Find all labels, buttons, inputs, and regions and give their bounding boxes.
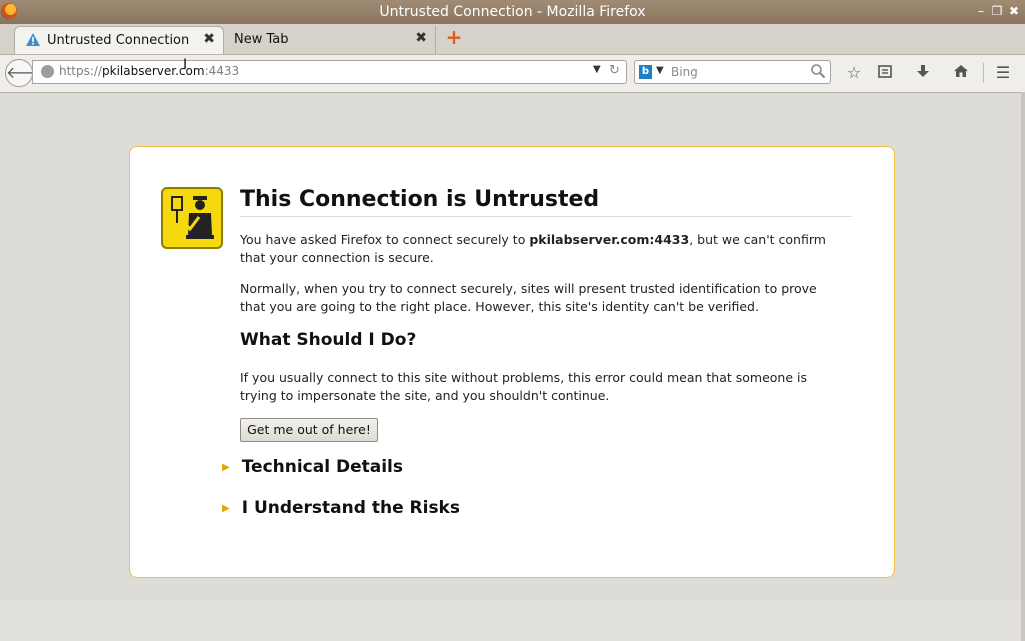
error-title: This Connection is Untrusted xyxy=(240,187,600,212)
url-host: pkilabserver.com xyxy=(102,64,205,78)
what-should-i-do-heading: What Should I Do? xyxy=(240,330,417,350)
search-bar[interactable]: b ▼ Bing xyxy=(634,60,831,84)
url-text[interactable]: https://pkilabserver.com:4433 xyxy=(59,64,239,78)
tab-close-icon[interactable]: ✖ xyxy=(415,30,427,46)
engine-dropdown-icon[interactable]: ▼ xyxy=(656,65,664,76)
star-icon[interactable]: ☆ xyxy=(844,63,864,83)
technical-details-expander[interactable]: ▶ Technical Details xyxy=(222,457,403,477)
error-explanation: Normally, when you try to connect secure… xyxy=(240,281,817,314)
security-officer-icon xyxy=(161,187,223,249)
minimize-icon[interactable]: – xyxy=(974,4,988,18)
intro-host: pkilabserver.com:4433 xyxy=(529,232,690,247)
back-button[interactable]: 🡐 xyxy=(5,59,49,87)
history-dropdown-icon[interactable]: ▼ xyxy=(593,64,601,75)
advice-text: If you usually connect to this site with… xyxy=(240,370,808,403)
title-divider xyxy=(240,216,852,217)
page-bottom xyxy=(0,600,1025,641)
understand-risks-expander[interactable]: ▶ I Understand the Risks xyxy=(222,498,460,518)
tab-strip: Untrusted Connection ✖ New Tab ✖ xyxy=(0,24,1025,55)
new-tab-icon[interactable]: + xyxy=(445,27,463,47)
reload-icon[interactable]: ↻ xyxy=(609,63,620,78)
tab-close-icon[interactable]: ✖ xyxy=(203,31,215,47)
get-me-out-button[interactable]: Get me out of here! xyxy=(240,418,378,442)
expand-triangle-icon: ▶ xyxy=(222,503,230,514)
window-title: Untrusted Connection - Mozilla Firefox xyxy=(379,4,646,20)
search-placeholder: Bing xyxy=(671,65,698,79)
expand-triangle-icon: ▶ xyxy=(222,462,230,473)
tab-untrusted-connection[interactable]: Untrusted Connection ✖ xyxy=(14,26,224,54)
url-bar[interactable]: https://pkilabserver.com:4433 ▼ ↻ xyxy=(32,60,627,84)
restore-icon[interactable]: ❐ xyxy=(990,4,1004,18)
tab-label: New Tab xyxy=(234,32,289,47)
close-window-icon[interactable]: ✖ xyxy=(1007,4,1021,18)
url-port: :4433 xyxy=(204,64,240,78)
error-intro: You have asked Firefox to connect secure… xyxy=(240,231,840,267)
scrollbar[interactable] xyxy=(1021,92,1025,641)
window-titlebar: Untrusted Connection - Mozilla Firefox –… xyxy=(0,0,1025,24)
navigation-toolbar: 🡐 https://pkilabserver.com:4433 ▼ ↻ b ▼ … xyxy=(0,55,1025,93)
download-icon[interactable] xyxy=(913,63,933,83)
intro-text-pre: You have asked Firefox to connect secure… xyxy=(240,232,530,247)
menu-icon[interactable]: ☰ xyxy=(993,63,1013,83)
toolbar-separator xyxy=(983,63,984,83)
tab-new-tab[interactable]: New Tab ✖ xyxy=(224,26,436,54)
text-cursor-icon: I xyxy=(183,57,188,73)
technical-details-label: Technical Details xyxy=(241,457,403,477)
url-scheme: https:// xyxy=(59,64,103,78)
warning-icon xyxy=(25,32,41,52)
globe-icon xyxy=(41,65,54,78)
tab-label: Untrusted Connection xyxy=(47,33,190,48)
reading-list-icon[interactable] xyxy=(875,63,895,83)
search-icon[interactable] xyxy=(810,63,826,83)
understand-risks-label: I Understand the Risks xyxy=(241,498,460,518)
home-icon[interactable] xyxy=(951,63,971,83)
bing-icon[interactable]: b xyxy=(639,65,652,79)
